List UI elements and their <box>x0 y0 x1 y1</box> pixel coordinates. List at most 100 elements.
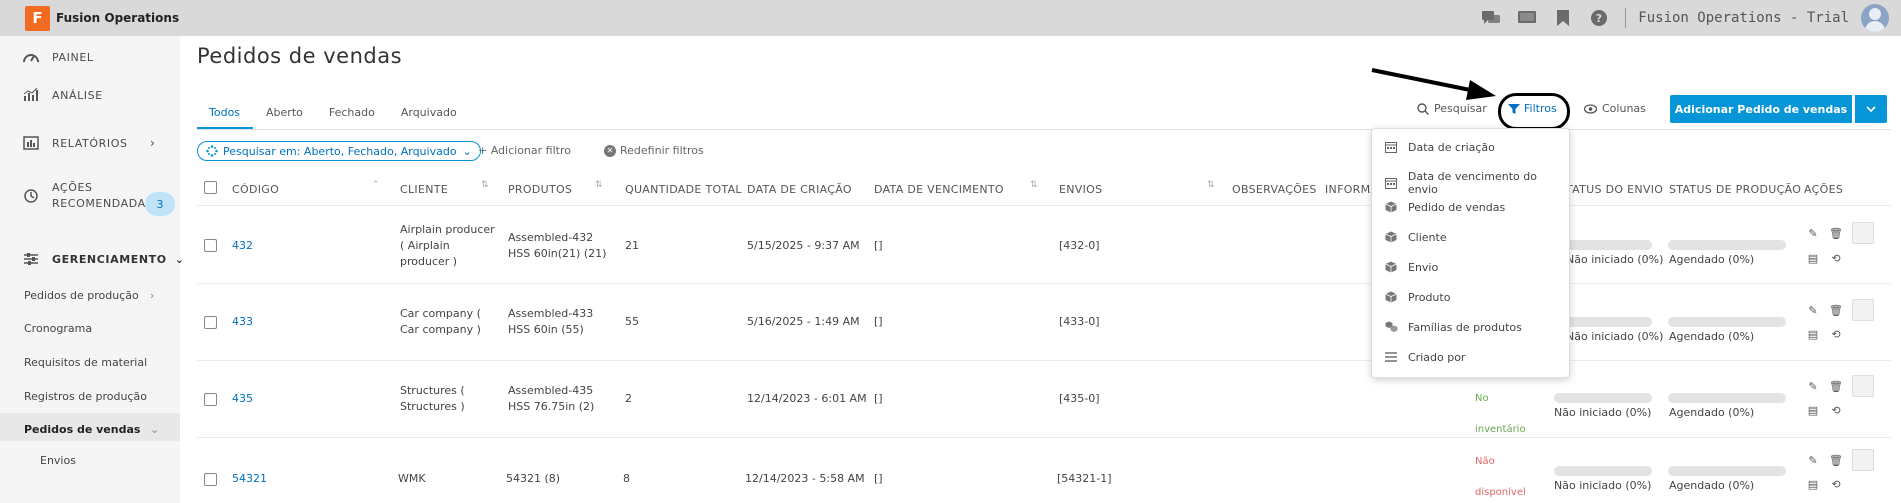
sidebar-sub-pedidos-vendas[interactable]: Pedidos de vendas ⌄ <box>24 423 159 436</box>
sort-icon[interactable]: ⇅ <box>1030 180 1038 190</box>
sort-icon[interactable]: ⇅ <box>1207 180 1215 190</box>
sidebar-sub-cronograma[interactable]: Cronograma <box>24 322 92 335</box>
filter-option-familias[interactable]: Famílias de produtos <box>1384 320 1522 334</box>
cube-icon <box>1384 230 1398 244</box>
reset-filters-link[interactable]: ✕ Redefinir filtros <box>604 144 704 157</box>
tenant-name[interactable]: Fusion Operations - Trial <box>1638 10 1849 26</box>
sidebar-item-painel[interactable]: PAINEL <box>22 48 94 66</box>
archive-icon[interactable]: ▤ <box>1806 403 1820 417</box>
chevron-right-icon: › <box>150 289 155 302</box>
sidebar-sub-registros[interactable]: Registros de produção <box>24 390 147 403</box>
bookmark-icon[interactable] <box>1553 8 1573 28</box>
sidebar-label: ANÁLISE <box>52 88 103 102</box>
app-logo[interactable]: F <box>25 5 50 31</box>
history-icon[interactable]: ⟲ <box>1829 251 1843 265</box>
shipments-cell: [435-0] <box>1059 392 1100 405</box>
col-header-data-criacao[interactable]: DATA DE CRIAÇÃO <box>747 183 852 196</box>
annotation-arrow <box>1371 68 1496 100</box>
sidebar-item-relatorios[interactable]: RELATÓRIOS › <box>22 134 155 152</box>
sidebar-sub-requisitos[interactable]: Requisitos de material <box>24 356 147 369</box>
select-all-checkbox[interactable] <box>204 181 217 194</box>
sidebar-item-gerenciamento[interactable]: GERENCIAMENTO ⌄ <box>22 250 185 268</box>
col-header-status-envio[interactable]: TATUS DO ENVIO <box>1566 183 1663 196</box>
archive-icon[interactable]: ▤ <box>1806 327 1820 341</box>
calendar-icon <box>1384 140 1398 154</box>
row-checkbox[interactable] <box>204 239 217 252</box>
tab-arquivado[interactable]: Arquivado <box>401 104 457 130</box>
trash-icon[interactable]: 🗑 <box>1829 303 1843 317</box>
order-code-link[interactable]: 432 <box>232 238 253 254</box>
screen-icon[interactable] <box>1517 8 1537 28</box>
sidebar-item-acoes[interactable]: AÇÕES RECOMENDADAS <box>22 180 153 212</box>
analytics-icon <box>22 86 40 104</box>
col-header-quantidade[interactable]: QUANTIDADE TOTAL <box>625 183 742 196</box>
chevron-right-icon: › <box>150 136 156 150</box>
chevron-down-icon: ⌄ <box>174 252 185 266</box>
shipments-cell: [432-0] <box>1059 239 1100 252</box>
recommended-actions-badge: 3 <box>145 192 175 216</box>
order-code-link[interactable]: 433 <box>232 314 253 330</box>
col-header-produtos[interactable]: PRODUTOS <box>508 183 572 196</box>
order-code-link[interactable]: 54321 <box>232 471 267 487</box>
edit-icon[interactable]: ✎ <box>1806 453 1820 467</box>
add-sales-order-button[interactable]: Adicionar Pedido de vendas <box>1670 95 1852 123</box>
tab-fechado[interactable]: Fechado <box>329 104 375 130</box>
sort-icon[interactable]: ⇅ <box>595 180 603 190</box>
sort-icon[interactable]: ⇅ <box>481 180 489 190</box>
order-code-link[interactable]: 435 <box>232 391 253 407</box>
client-cell: Structures (Structures ) <box>400 384 465 413</box>
tab-aberto[interactable]: Aberto <box>266 104 303 130</box>
filters-dropdown-menu: Data de criação Data de vencimento do en… <box>1371 128 1570 378</box>
col-header-envios[interactable]: ENVIOS <box>1059 183 1102 196</box>
filter-option-criado-por[interactable]: Criado por <box>1384 350 1465 364</box>
row-checkbox[interactable] <box>204 316 217 329</box>
col-header-data-vencimento[interactable]: DATA DE VENCIMENTO <box>874 183 1004 196</box>
col-header-cliente[interactable]: CLIENTE <box>400 183 448 196</box>
quantity-cell: 21 <box>625 239 639 252</box>
col-header-observacoes[interactable]: OBSERVAÇÕES <box>1232 183 1317 196</box>
archive-icon[interactable]: ▤ <box>1806 251 1820 265</box>
filter-option-produto[interactable]: Produto <box>1384 290 1450 304</box>
trash-icon[interactable]: 🗑 <box>1829 379 1843 393</box>
filter-option-envio[interactable]: Envio <box>1384 260 1438 274</box>
archive-icon[interactable]: ▤ <box>1806 477 1820 491</box>
edit-icon[interactable]: ✎ <box>1806 379 1820 393</box>
products-cell: 54321 (8) <box>506 472 561 485</box>
history-icon[interactable]: ⟲ <box>1829 403 1843 417</box>
trash-icon[interactable]: 🗑 <box>1829 226 1843 240</box>
filter-option-pedido-vendas[interactable]: Pedido de vendas <box>1384 200 1505 214</box>
col-header-status-producao[interactable]: STATUS DE PRODUÇÃO <box>1669 183 1801 196</box>
sidebar-sub-pedidos-producao[interactable]: Pedidos de produção › <box>24 289 154 302</box>
sidebar-sub-envios[interactable]: Envios <box>40 454 76 467</box>
app-name: Fusion Operations <box>56 11 180 25</box>
add-options-dropdown[interactable] <box>1855 95 1887 123</box>
filter-option-data-vencimento[interactable]: Data de vencimento do envio <box>1384 170 1569 196</box>
help-icon[interactable]: ? <box>1589 8 1609 28</box>
edit-icon[interactable]: ✎ <box>1806 303 1820 317</box>
history-icon[interactable]: ⟲ <box>1829 477 1843 491</box>
products-cell: Assembled-435 HSS 76.75in (2) <box>508 384 595 413</box>
row-action-checkbox[interactable] <box>1852 449 1874 471</box>
history-icon[interactable]: ⟲ <box>1829 327 1843 341</box>
row-action-checkbox[interactable] <box>1852 375 1874 397</box>
sidebar-item-analise[interactable]: ANÁLISE <box>22 86 103 104</box>
avatar[interactable] <box>1861 4 1889 32</box>
columns-button[interactable]: Colunas <box>1584 102 1646 115</box>
row-action-checkbox[interactable] <box>1852 299 1874 321</box>
add-filter-link[interactable]: + Adicionar filtro <box>478 144 571 157</box>
separator <box>1625 8 1627 28</box>
row-checkbox[interactable] <box>204 473 217 486</box>
row-action-checkbox[interactable] <box>1852 222 1874 244</box>
filter-option-data-criacao[interactable]: Data de criação <box>1384 140 1495 154</box>
reports-icon <box>22 134 40 152</box>
filter-option-cliente[interactable]: Cliente <box>1384 230 1447 244</box>
row-checkbox[interactable] <box>204 393 217 406</box>
edit-icon[interactable]: ✎ <box>1806 226 1820 240</box>
page-title: Pedidos de vendas <box>197 44 403 68</box>
col-header-codigo[interactable]: CÓDIGO <box>232 183 279 196</box>
eye-icon <box>1584 103 1597 114</box>
search-scope-pill[interactable]: Pesquisar em: Aberto, Fechado, Arquivado… <box>197 141 481 161</box>
trash-icon[interactable]: 🗑 <box>1829 453 1843 467</box>
chat-icon[interactable] <box>1481 8 1501 28</box>
sort-icon[interactable]: ⌃ <box>372 180 380 190</box>
